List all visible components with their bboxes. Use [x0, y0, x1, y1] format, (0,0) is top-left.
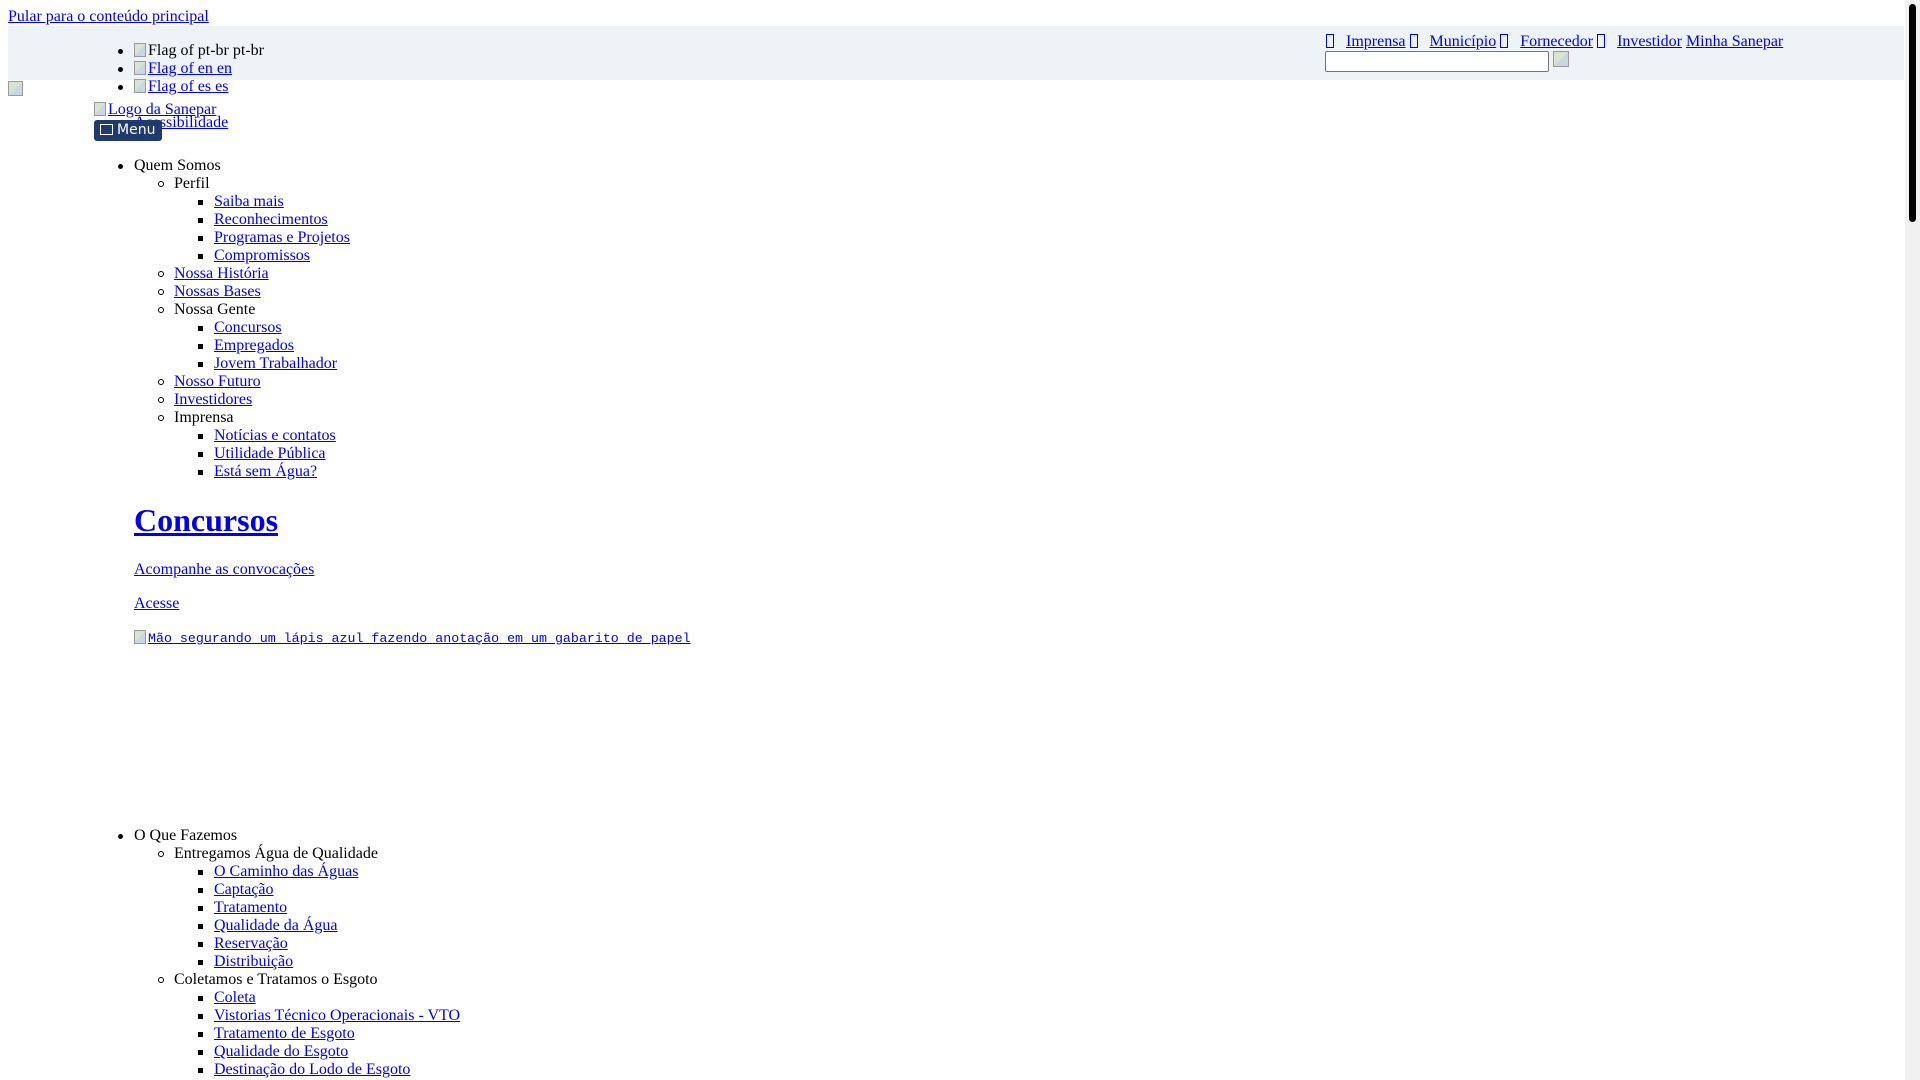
nav-link[interactable]: Distribuição — [197, 953, 293, 971]
logo-icon — [94, 102, 106, 116]
nav-agua[interactable]: Entregamos Água de Qualidade — [158, 845, 378, 863]
nav-link[interactable]: Empregados — [198, 337, 294, 355]
nav-link[interactable]: O Caminho das Águas — [197, 863, 358, 881]
top-link-municipio[interactable]: Município — [1409, 33, 1496, 50]
top-link-fornecedor[interactable]: Fornecedor — [1500, 33, 1593, 50]
hero-title-link[interactable]: Concursos — [134, 500, 278, 540]
language-item-en[interactable]: Flag of en en — [118, 60, 232, 78]
nav-link[interactable]: Qualidade do Esgoto — [197, 1043, 348, 1061]
top-link-imprensa[interactable]: Imprensa — [1326, 33, 1406, 50]
search-button[interactable] — [1553, 51, 1569, 67]
nav-o-que-fazemos[interactable]: O Que Fazemos — [117, 827, 237, 845]
hero-image-link[interactable]: Mão segurando um lápis azul fazendo anot… — [134, 630, 691, 648]
search-input[interactable] — [1325, 51, 1549, 72]
nav-nossas-bases[interactable]: Nossas Bases — [158, 283, 261, 301]
nav-link[interactable]: Tratamento de Esgoto — [198, 1025, 355, 1043]
flag-icon — [134, 79, 146, 93]
language-item-es[interactable]: Flag of es es — [117, 78, 228, 96]
hamburger-icon — [100, 124, 113, 135]
nav-esgoto[interactable]: Coletamos e Tratamos o Esgoto — [158, 971, 378, 989]
nav-link[interactable]: Vistorias Técnico Operacionais - VTO — [197, 1007, 460, 1025]
hero-subtitle-link[interactable]: Acompanhe as convocações — [134, 561, 314, 579]
newspaper-icon — [1326, 34, 1334, 48]
nav-link[interactable]: Tratamento — [197, 899, 287, 917]
nav-link[interactable]: Saiba mais — [198, 193, 284, 211]
nav-imprensa[interactable]: Imprensa — [158, 409, 234, 427]
nav-quem-somos[interactable]: Quem Somos — [118, 157, 221, 175]
nav-investidores[interactable]: Investidores — [157, 391, 252, 409]
broken-image-icon — [8, 81, 23, 96]
top-link-investidor[interactable]: Investidor — [1597, 33, 1682, 50]
nav-link[interactable]: Reservação — [198, 935, 288, 953]
nav-link[interactable]: Captação — [198, 881, 274, 899]
language-item-pt-br[interactable]: Flag of pt-br pt-br — [118, 42, 264, 60]
nav-link[interactable]: Compromissos — [197, 247, 310, 265]
nav-link[interactable]: Destinação do Lodo de Esgoto — [197, 1061, 410, 1079]
chart-icon — [1597, 34, 1606, 48]
nav-link[interactable]: Programas e Projetos — [198, 229, 350, 247]
menu-button[interactable]: Menu — [94, 120, 162, 141]
truck-icon — [1500, 34, 1509, 48]
flag-icon — [134, 43, 146, 57]
scrollbar-thumb[interactable] — [1909, 4, 1916, 222]
hero-image — [134, 630, 146, 644]
nav-link[interactable]: Qualidade da Água — [198, 917, 338, 935]
nav-link[interactable]: Utilidade Pública — [198, 445, 326, 463]
nav-link[interactable]: Notícias e contatos — [198, 427, 336, 445]
nav-nossa-gente[interactable]: Nossa Gente — [157, 301, 255, 319]
nav-link[interactable]: Concursos — [198, 319, 282, 337]
nav-link[interactable]: Coleta — [198, 989, 256, 1007]
nav-link[interactable]: Jovem Trabalhador — [197, 355, 337, 373]
nav-link[interactable]: Reconhecimentos — [198, 211, 328, 229]
skip-to-content-link[interactable]: Pular para o conteúdo principal — [8, 8, 209, 26]
nav-nossa-historia[interactable]: Nossa História — [158, 265, 269, 283]
top-links: Imprensa Município Fornecedor Investidor… — [1326, 33, 1783, 51]
flag-icon — [134, 61, 146, 75]
building-icon — [1409, 34, 1418, 48]
top-link-minha-sanepar[interactable]: Minha Sanepar — [1686, 33, 1783, 50]
nav-link[interactable]: Está sem Água? — [197, 463, 317, 481]
nav-perfil[interactable]: Perfil — [158, 175, 210, 193]
hero-cta-link[interactable]: Acesse — [134, 595, 179, 613]
scrollbar[interactable] — [1905, 0, 1920, 1080]
nav-nosso-futuro[interactable]: Nosso Futuro — [158, 373, 261, 391]
